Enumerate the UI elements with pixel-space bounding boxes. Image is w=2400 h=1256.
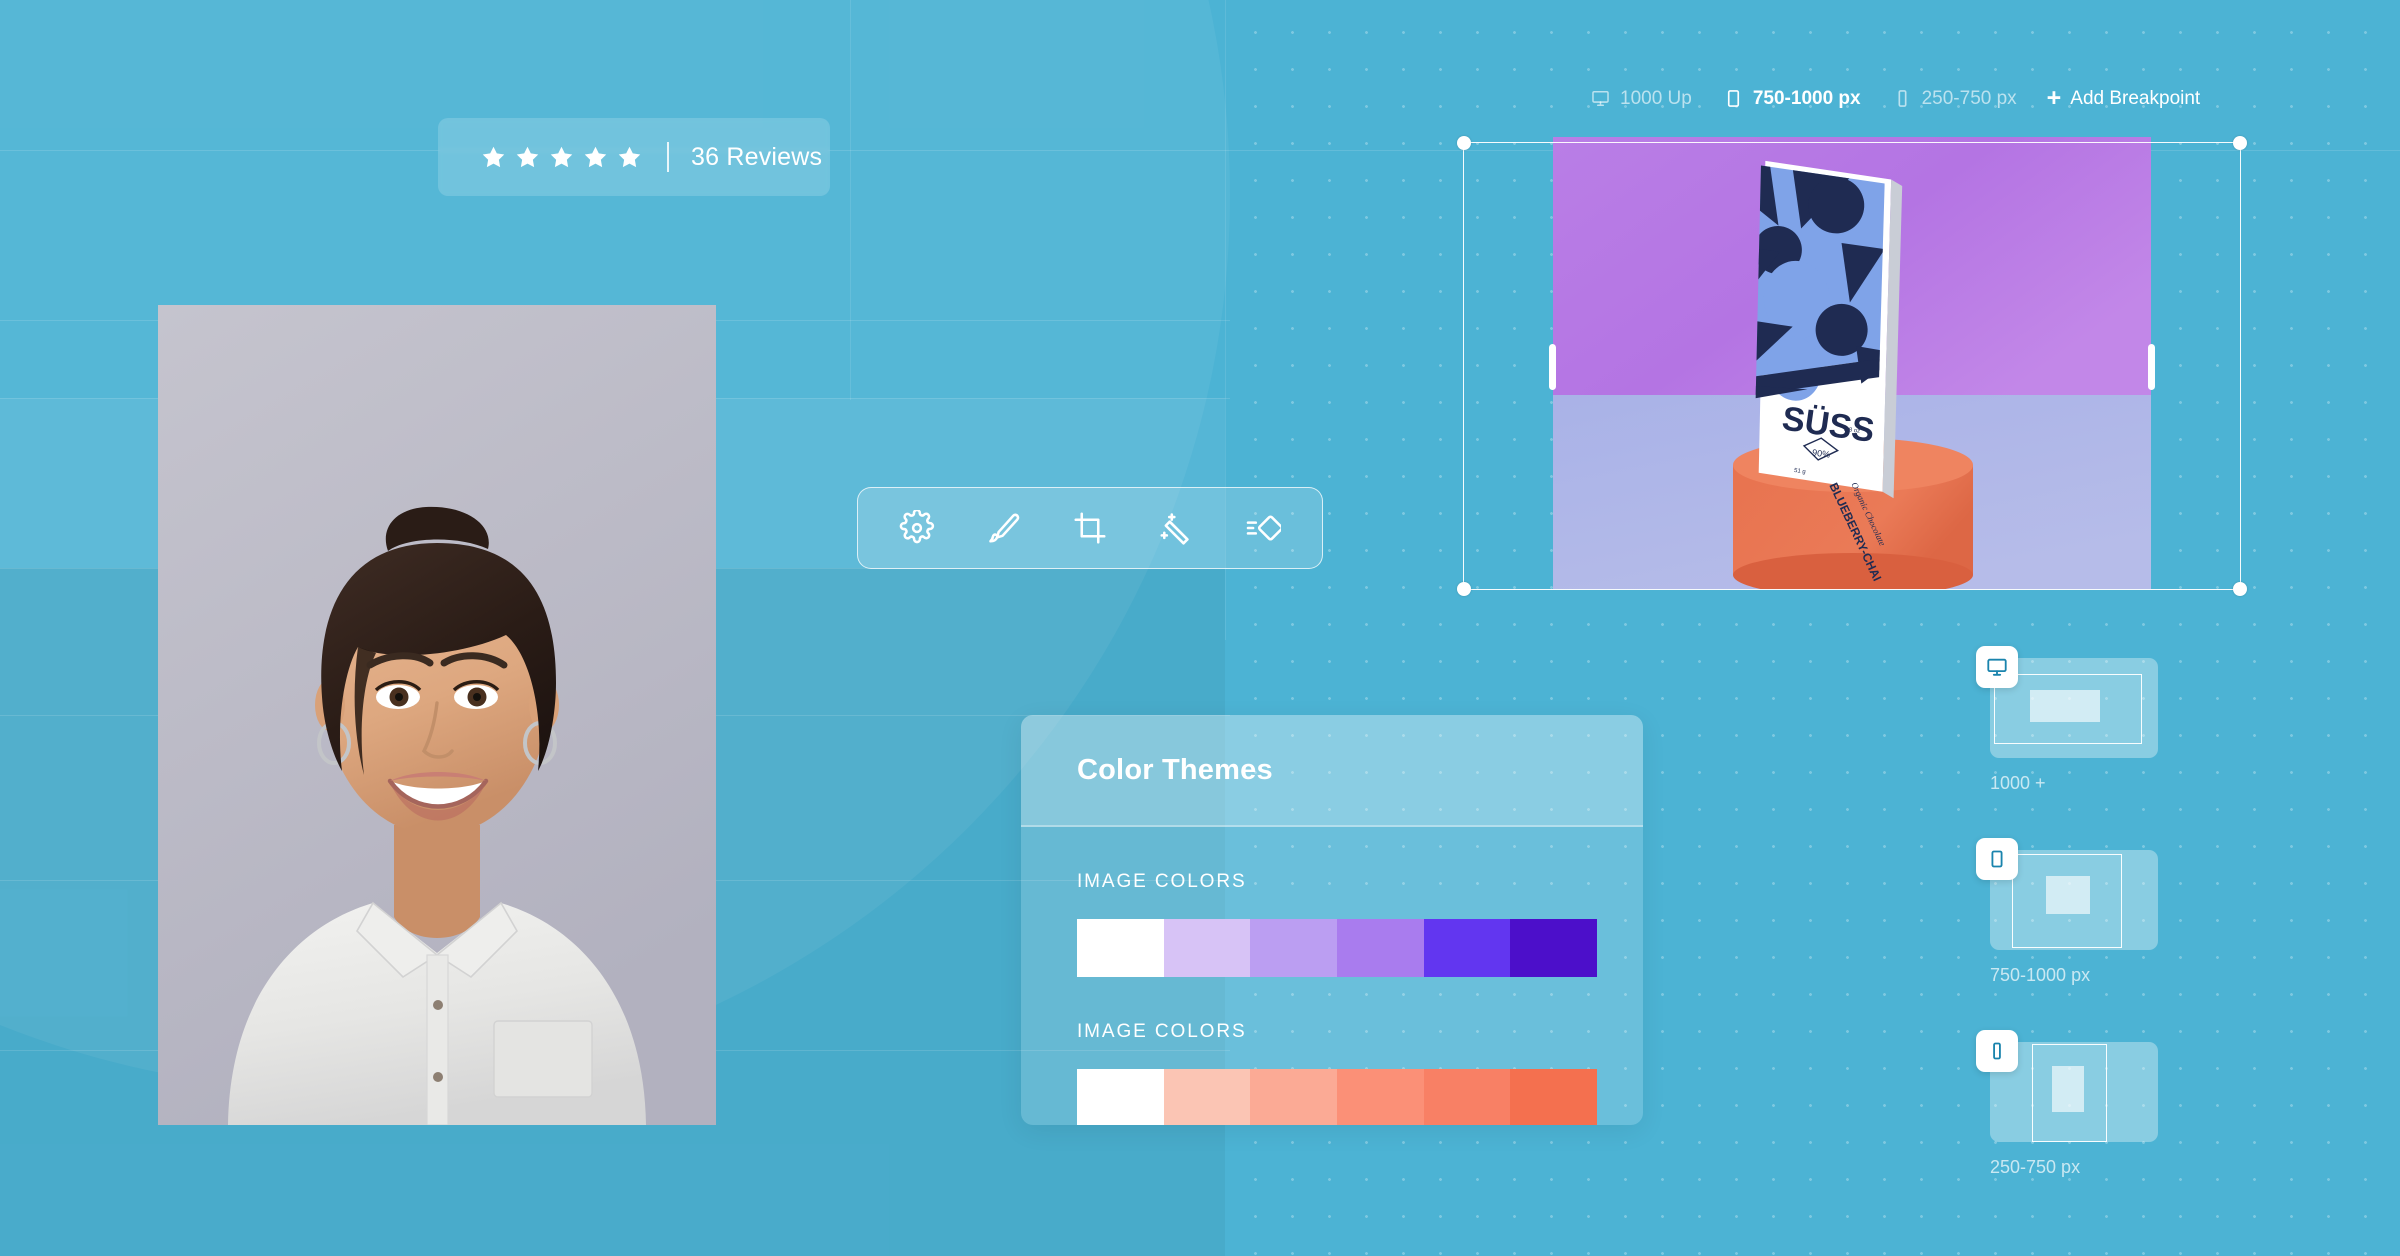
color-swatch[interactable] (1250, 919, 1338, 977)
settings-gear-button[interactable] (892, 503, 942, 553)
color-swatch[interactable] (1423, 1069, 1511, 1125)
preview-caption: 750-1000 px (1990, 965, 2091, 985)
resize-handle-left-edge[interactable] (1549, 344, 1556, 390)
preview-content-block (2046, 876, 2090, 914)
color-swatch[interactable] (1163, 919, 1251, 977)
mobile-phone-badge[interactable] (1976, 1030, 2018, 1072)
breakpoint-item-tablet[interactable]: 750-1000 px (1708, 88, 1877, 110)
swatch-group-label: IMAGE COLORS (1077, 871, 1247, 892)
breakpoint-item-desktop[interactable]: 1000 Up (1575, 88, 1708, 110)
resize-handle-bottom-left[interactable] (1457, 582, 1471, 596)
color-swatch[interactable] (1337, 1069, 1424, 1125)
add-breakpoint-label: Add Breakpoint (2070, 87, 2201, 109)
swatch-group-label: IMAGE COLORS (1077, 1021, 1247, 1042)
preview-caption: 250-750 px (1990, 1157, 2081, 1177)
portrait-illustration (158, 305, 716, 1125)
crop-icon (1074, 512, 1106, 544)
settings-gear-icon (899, 510, 935, 544)
breakpoint-label: 1000 Up (1620, 87, 1692, 109)
resize-handle-bottom-right[interactable] (2233, 582, 2247, 596)
editor-canvas-root: 36 Reviews 1000 Up 750-1000 px 250-750 p… (0, 0, 2400, 1256)
color-swatch-group: IMAGE COLORS (1077, 1021, 1597, 1125)
color-swatch[interactable] (1337, 919, 1424, 977)
paint-brush-button[interactable] (979, 503, 1029, 553)
color-swatch[interactable] (1163, 1069, 1251, 1125)
preview-caption: 1000 + (1990, 773, 2046, 793)
breakpoint-label: 750-1000 px (1752, 87, 1861, 109)
desktop-monitor-badge[interactable] (1976, 646, 2018, 688)
magic-wand-icon (1160, 513, 1190, 545)
responsive-preview-desktop[interactable]: 1000 + (1976, 646, 2158, 794)
mobile-phone-icon (1893, 89, 1912, 108)
color-swatch[interactable] (1510, 919, 1597, 977)
resize-handle-top-right[interactable] (2233, 136, 2247, 150)
preview-card[interactable] (1976, 646, 2158, 758)
reviews-badge[interactable]: 36 Reviews (438, 118, 830, 196)
color-themes-body: IMAGE COLORS IMAGE COLORS (1021, 827, 1643, 1125)
portrait-image[interactable] (158, 305, 716, 1125)
color-themes-header: Color Themes (1021, 715, 1643, 827)
preview-card[interactable] (1976, 1030, 2158, 1142)
color-themes-panel[interactable]: Color Themes IMAGE COLORS IMAGE COLORS (1021, 715, 1643, 1125)
plus-icon: + (2046, 84, 2062, 112)
magic-wand-button[interactable] (1151, 503, 1201, 553)
responsive-preview-mobile[interactable]: 250-750 px (1976, 1030, 2158, 1178)
tablet-icon (1991, 850, 2003, 868)
preview-content-block (2030, 690, 2100, 722)
star-icon (584, 146, 607, 167)
divider (667, 142, 669, 172)
color-swatch-group: IMAGE COLORS (1077, 871, 1597, 977)
adjust-filter-button[interactable] (1238, 503, 1288, 553)
image-edit-toolbar[interactable] (857, 487, 1323, 569)
color-swatch-row[interactable] (1077, 1069, 1597, 1125)
breakpoint-item-mobile[interactable]: 250-750 px (1877, 88, 2033, 110)
reviews-count-label: 36 Reviews (691, 142, 823, 171)
adjust-filter-icon (1246, 515, 1281, 541)
color-swatch[interactable] (1077, 1069, 1164, 1125)
star-icon (550, 146, 573, 167)
tablet-badge[interactable] (1976, 838, 2018, 880)
paint-brush-icon (988, 513, 1019, 543)
panel-title: Color Themes (1077, 753, 1273, 786)
resize-handle-right-edge[interactable] (2148, 344, 2155, 390)
preview-card[interactable] (1976, 838, 2158, 950)
color-swatch-row[interactable] (1077, 919, 1597, 977)
star-icon (618, 146, 641, 167)
preview-content-block (2052, 1066, 2084, 1112)
add-breakpoint-button[interactable]: + Add Breakpoint (2033, 86, 2215, 111)
star-icon (516, 146, 539, 167)
background-vertical-line (850, 0, 851, 400)
desktop-monitor-icon (1987, 658, 2007, 676)
responsive-preview-tablet[interactable]: 750-1000 px (1976, 838, 2158, 986)
color-swatch[interactable] (1250, 1069, 1338, 1125)
image-selection-frame[interactable] (1457, 136, 2247, 596)
color-swatch[interactable] (1423, 919, 1511, 977)
breakpoint-label: 250-750 px (1921, 87, 2017, 109)
breakpoint-bar[interactable]: 1000 Up 750-1000 px 250-750 px + Add Bre… (1575, 86, 2214, 111)
crop-button[interactable] (1065, 503, 1115, 553)
star-icon (482, 146, 505, 167)
resize-handle-top-left[interactable] (1457, 136, 1471, 150)
desktop-monitor-icon (1591, 89, 1610, 108)
color-swatch[interactable] (1077, 919, 1164, 977)
tablet-icon (1724, 89, 1743, 108)
star-rating (480, 144, 643, 171)
mobile-phone-icon (1993, 1042, 2001, 1060)
color-swatch[interactable] (1510, 1069, 1597, 1125)
